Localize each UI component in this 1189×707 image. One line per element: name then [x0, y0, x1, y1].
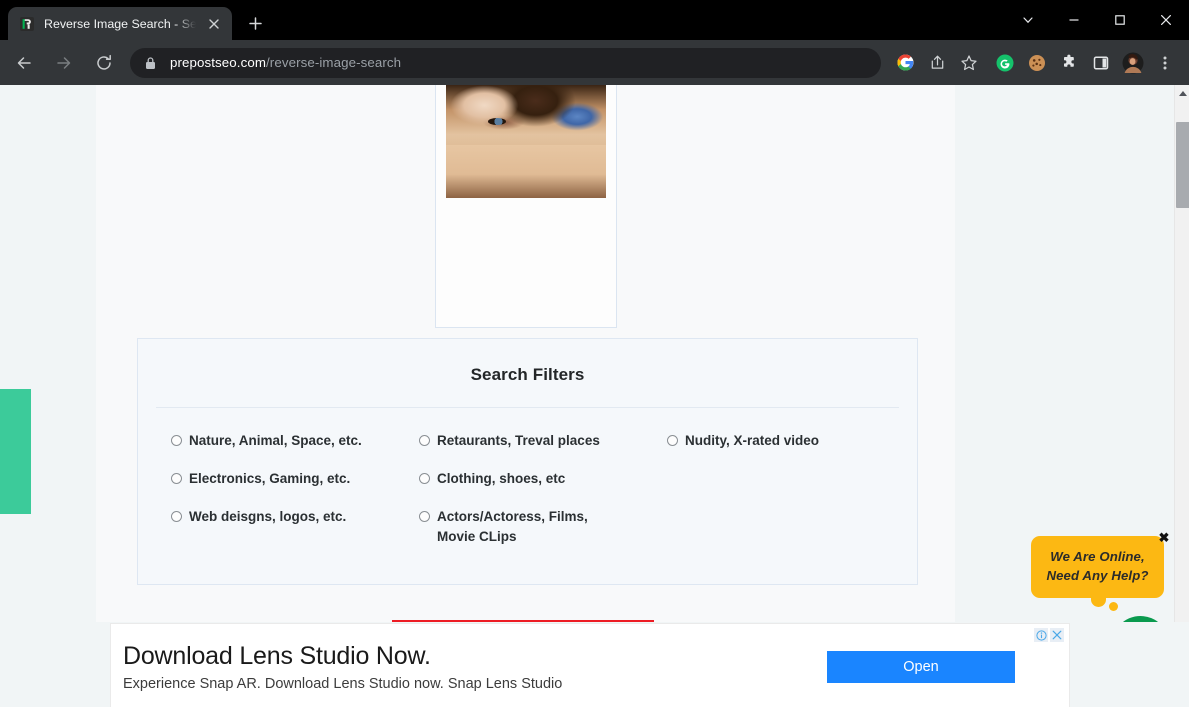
page-content: Search Filters Nature, Animal, Space, et… [0, 85, 1175, 707]
profile-avatar[interactable] [1117, 47, 1149, 79]
chat-greeting-line1: We Are Online, [1050, 549, 1145, 564]
filter-option-webdesigns[interactable]: Web deisgns, logos, etc. [171, 507, 419, 547]
browser-titlebar: Reverse Image Search - Search B [0, 0, 1189, 40]
chat-greeting-text: We Are Online, Need Any Help? [1031, 536, 1164, 585]
radio-icon[interactable] [171, 511, 182, 522]
chat-close-icon[interactable]: ✖ [1157, 531, 1171, 545]
ad-info-icon[interactable] [1034, 628, 1048, 642]
filter-option-restaurants[interactable]: Retaurants, Treval places [419, 431, 667, 451]
address-bar[interactable]: prepostseo.com/reverse-image-search [130, 47, 881, 78]
chat-greeting-bubble[interactable]: We Are Online, Need Any Help? [1031, 536, 1164, 598]
prepostseo-logo-icon [19, 16, 35, 32]
extensions-puzzle-icon[interactable] [1053, 47, 1085, 79]
radio-icon[interactable] [419, 511, 430, 522]
thumbnail-detail [488, 118, 506, 125]
lock-icon [144, 56, 157, 70]
scrollbar-up-arrow-icon[interactable] [1175, 85, 1189, 102]
filter-option-clothing[interactable]: Clothing, shoes, etc [419, 469, 667, 489]
bookmark-star-icon[interactable] [953, 47, 985, 79]
tab-search-chevron-down-icon[interactable] [1005, 0, 1051, 40]
page-viewport: Search Filters Nature, Animal, Space, et… [0, 85, 1189, 707]
grammarly-icon[interactable] [989, 47, 1021, 79]
vertical-scrollbar[interactable] [1174, 85, 1189, 707]
address-bar-path: /reverse-image-search [266, 55, 402, 70]
ad-controls [1034, 628, 1064, 642]
radio-icon[interactable] [171, 435, 182, 446]
thumbnail-detail-lower [446, 145, 606, 198]
filter-option-label: Clothing, shoes, etc [437, 471, 566, 486]
ad-close-icon[interactable] [1050, 628, 1064, 642]
back-arrow-icon[interactable] [7, 46, 41, 80]
google-icon[interactable] [889, 47, 921, 79]
radio-icon[interactable] [419, 435, 430, 446]
filter-option-label: Web deisgns, logos, etc. [189, 509, 347, 524]
toolbar-icon-group [889, 47, 1181, 79]
main-content-card: Search Filters Nature, Animal, Space, et… [96, 85, 955, 697]
filters-grid-spacer [667, 469, 917, 489]
radio-icon[interactable] [419, 473, 430, 484]
filter-option-label: Nature, Animal, Space, etc. [189, 433, 362, 448]
minimize-icon[interactable] [1051, 0, 1097, 40]
window-close-icon[interactable] [1143, 0, 1189, 40]
tab-close-icon[interactable] [205, 15, 223, 33]
side-panel-icon[interactable] [1085, 47, 1117, 79]
ad-description: Experience Snap AR. Download Lens Studio… [123, 676, 563, 692]
filter-option-nature[interactable]: Nature, Animal, Space, etc. [171, 431, 419, 451]
cookie-icon[interactable] [1021, 47, 1053, 79]
uploaded-image-container [435, 85, 617, 328]
feedback-tab[interactable] [0, 389, 31, 514]
filter-option-label: Electronics, Gaming, etc. [189, 471, 351, 486]
address-bar-url: prepostseo.com/reverse-image-search [170, 55, 401, 70]
browser-chrome: Reverse Image Search - Search B [0, 0, 1189, 85]
address-bar-host: prepostseo.com [170, 55, 267, 70]
chat-bubble-tail [1091, 596, 1106, 607]
radio-icon[interactable] [667, 435, 678, 446]
filter-option-label: Nudity, X-rated video [685, 433, 820, 448]
browser-tab-title: Reverse Image Search - Search B [44, 16, 196, 31]
filter-option-nudity[interactable]: Nudity, X-rated video [667, 431, 917, 451]
browser-toolbar: prepostseo.com/reverse-image-search [0, 40, 1189, 85]
maximize-icon[interactable] [1097, 0, 1143, 40]
search-filters-card: Search Filters Nature, Animal, Space, et… [137, 338, 918, 585]
forward-arrow-icon[interactable] [47, 46, 81, 80]
ad-area: Download Lens Studio Now. Experience Sna… [0, 622, 1189, 707]
filter-option-label: Actors/Actoress, Films, Movie CLips [437, 509, 588, 544]
window-controls [1005, 0, 1189, 40]
ad-banner[interactable]: Download Lens Studio Now. Experience Sna… [110, 623, 1070, 707]
scrollbar-thumb[interactable] [1176, 122, 1189, 208]
scrollbar-triangle [1178, 91, 1187, 96]
uploaded-image-thumbnail[interactable] [446, 85, 606, 198]
filters-grid-spacer [667, 507, 917, 547]
search-filters-title: Search Filters [470, 365, 585, 384]
filter-option-actors[interactable]: Actors/Actoress, Films, Movie CLips [419, 507, 615, 547]
ad-open-button[interactable]: Open [827, 651, 1015, 683]
ad-title: Download Lens Studio Now. [123, 642, 431, 670]
new-tab-button[interactable] [241, 9, 270, 38]
browser-tab-active[interactable]: Reverse Image Search - Search B [8, 7, 232, 40]
filter-option-label: Retaurants, Treval places [437, 433, 600, 448]
filter-option-electronics[interactable]: Electronics, Gaming, etc. [171, 469, 419, 489]
tab-strip: Reverse Image Search - Search B [0, 0, 270, 40]
share-icon[interactable] [921, 47, 953, 79]
filters-option-grid: Nature, Animal, Space, etc. Retaurants, … [138, 408, 917, 547]
chat-bubble-dot [1109, 602, 1118, 611]
chat-greeting-line2: Need Any Help? [1046, 568, 1149, 583]
chrome-menu-icon[interactable] [1149, 47, 1181, 79]
radio-icon[interactable] [171, 473, 182, 484]
reload-icon[interactable] [87, 46, 121, 80]
